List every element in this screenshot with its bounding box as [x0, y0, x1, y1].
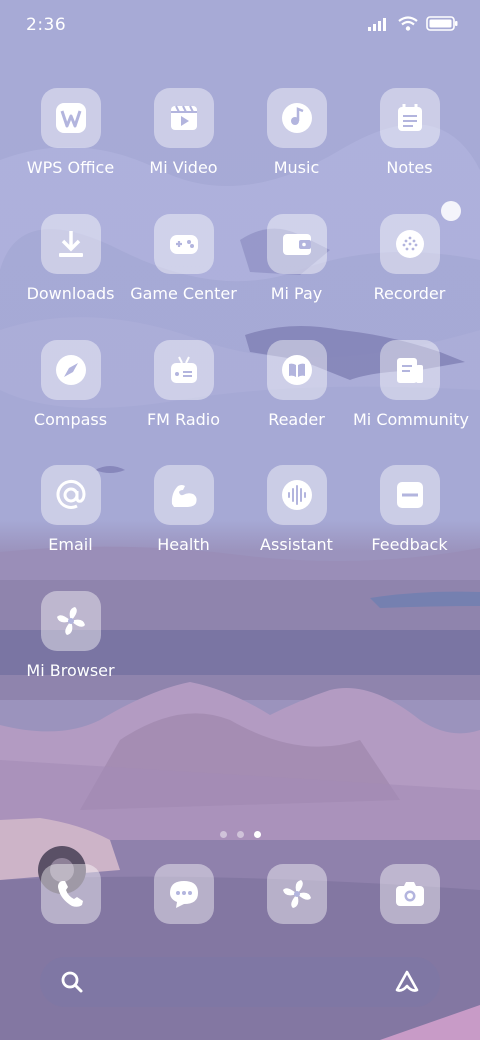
bicep-icon	[171, 485, 197, 507]
app-label: Notes	[386, 158, 433, 177]
dock-browser[interactable]	[267, 864, 327, 924]
voice-wave-icon	[281, 480, 312, 510]
status-bar: 2:36	[0, 0, 480, 50]
app-label: WPS Office	[26, 158, 115, 177]
browser-icon	[56, 607, 85, 635]
phone-icon	[58, 881, 83, 907]
book-icon	[281, 355, 312, 385]
app-label: Game Center	[130, 284, 237, 303]
app-label: Mi Video	[149, 158, 218, 177]
assistant-logo-icon[interactable]	[394, 969, 420, 995]
app-label: Reader	[268, 410, 325, 429]
page-dot[interactable]	[219, 831, 227, 838]
app-mi-browser[interactable]: Mi Browser	[14, 591, 127, 680]
battery-icon	[426, 16, 458, 31]
app-notes[interactable]: Notes	[353, 88, 466, 177]
gamepad-icon	[169, 235, 198, 254]
page-indicator	[0, 831, 480, 838]
community-icon	[396, 358, 423, 383]
app-label: Mi Pay	[270, 284, 323, 303]
app-wps-office[interactable]: WPS Office	[14, 88, 127, 177]
app-label: Feedback	[371, 535, 448, 554]
dock-messages[interactable]	[154, 864, 214, 924]
app-music[interactable]: Music	[240, 88, 353, 177]
music-icon	[281, 103, 312, 133]
messages-icon	[170, 881, 198, 908]
app-label: Recorder	[373, 284, 446, 303]
notes-icon	[397, 104, 422, 131]
dock	[0, 864, 480, 924]
recorder-icon	[395, 230, 424, 258]
app-label: Mi Community	[353, 410, 469, 429]
app-email[interactable]: Email	[14, 465, 127, 554]
app-label: Downloads	[26, 284, 115, 303]
app-label: Health	[157, 535, 210, 554]
page-dot-active[interactable]	[253, 831, 261, 838]
app-label: Mi Browser	[26, 661, 115, 680]
app-recorder[interactable]: Recorder	[353, 214, 466, 303]
page-dot[interactable]	[236, 831, 244, 838]
app-health[interactable]: Health	[127, 465, 240, 554]
video-icon	[170, 105, 197, 130]
app-label: Email	[48, 535, 93, 554]
dock-camera[interactable]	[380, 864, 440, 924]
browser-icon	[283, 880, 311, 908]
app-label: Assistant	[260, 535, 333, 554]
camera-icon	[396, 882, 424, 906]
app-label: FM Radio	[146, 410, 221, 429]
dock-phone[interactable]	[41, 864, 101, 924]
app-mi-pay[interactable]: Mi Pay	[240, 214, 353, 303]
search-icon[interactable]	[60, 970, 84, 994]
app-feedback[interactable]: Feedback	[353, 465, 466, 554]
app-label: Music	[273, 158, 320, 177]
wps-office-icon	[55, 103, 86, 133]
search-bar[interactable]	[40, 957, 440, 1007]
app-fm-radio[interactable]: FM Radio	[127, 340, 240, 429]
wifi-icon	[398, 16, 418, 31]
compass-icon	[55, 355, 86, 385]
wallet-icon	[282, 234, 311, 255]
radio-icon	[170, 356, 197, 383]
app-game-center[interactable]: Game Center	[127, 214, 240, 303]
app-label: Compass	[33, 410, 108, 429]
app-mi-community[interactable]: Mi Community	[353, 340, 469, 429]
app-assistant[interactable]: Assistant	[240, 465, 353, 554]
app-mi-video[interactable]: Mi Video	[127, 88, 240, 177]
app-compass[interactable]: Compass	[14, 340, 127, 429]
download-icon	[58, 231, 83, 257]
signal-icon	[368, 17, 386, 31]
status-time: 2:36	[26, 15, 67, 35]
app-reader[interactable]: Reader	[240, 340, 353, 429]
app-downloads[interactable]: Downloads	[14, 214, 127, 303]
feedback-icon	[396, 482, 423, 508]
at-sign-icon	[56, 479, 86, 509]
